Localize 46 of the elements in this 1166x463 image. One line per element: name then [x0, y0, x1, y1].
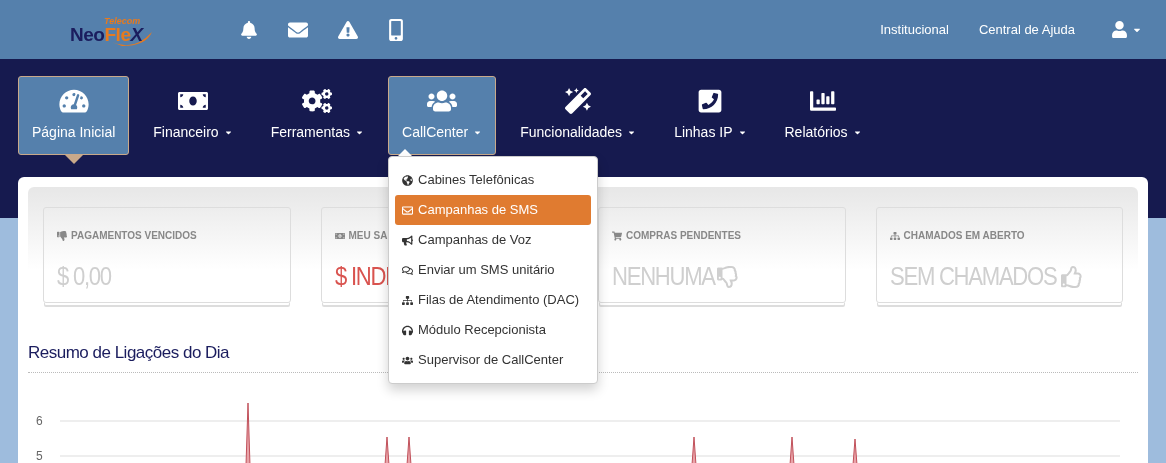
- nav-tab[interactable]: Linhas IP: [660, 76, 761, 155]
- bell-icon[interactable]: [240, 20, 258, 39]
- dropdown-item[interactable]: Cabines Telefônicas: [395, 165, 591, 195]
- gauge-icon: [58, 88, 89, 114]
- dropdown-item[interactable]: Enviar um SMS unitário: [395, 255, 591, 285]
- nav-tab[interactable]: CallCenter: [388, 76, 497, 155]
- envelope-icon: [402, 204, 413, 216]
- user-menu[interactable]: [1111, 21, 1142, 38]
- sitemap-icon: [402, 294, 413, 306]
- headphones-icon: [402, 324, 413, 336]
- nav-tab[interactable]: Financeiro: [139, 76, 247, 155]
- axis-tick-label: 6: [36, 413, 43, 428]
- chat-icon: [402, 264, 413, 276]
- users-icon: [427, 88, 458, 114]
- nav-tab[interactable]: Funcionalidades: [506, 76, 651, 155]
- magic-wand-icon: [563, 88, 594, 114]
- dropdown-item[interactable]: Filas de Atendimento (DAC): [395, 285, 591, 315]
- stat-label: PAGAMENTOS VENCIDOS: [71, 229, 197, 243]
- thumbs-up-icon: [1061, 265, 1084, 288]
- logo: Telecom NeoFleX: [70, 9, 160, 50]
- warning-icon[interactable]: [338, 19, 358, 40]
- gears-icon: [302, 88, 333, 114]
- bar-chart-icon: [808, 88, 838, 114]
- top-link[interactable]: Institucional: [880, 19, 949, 40]
- megaphone-icon: [402, 234, 413, 246]
- mobile-phone-icon[interactable]: [388, 18, 404, 41]
- nav-tab[interactable]: Relatórios: [770, 76, 876, 155]
- thumbs-down-icon: [57, 230, 67, 241]
- dropdown-item[interactable]: Campanhas de Voz: [395, 225, 591, 255]
- thumbs-down-icon: [716, 265, 739, 288]
- dropdown-item[interactable]: Módulo Recepcionista: [395, 315, 591, 345]
- top-link[interactable]: Central de Ajuda: [978, 19, 1075, 40]
- banknote-icon: [334, 230, 345, 241]
- dropdown-item[interactable]: Supervisor de CallCenter: [395, 345, 591, 375]
- section-title: Resumo de Ligações do Dia: [28, 343, 230, 362]
- nav-tab[interactable]: Página Inicial: [18, 76, 130, 155]
- sitemap-icon: [889, 230, 900, 241]
- stat-label: COMPRAS PENDENTES: [626, 229, 741, 243]
- users-icon: [402, 354, 413, 366]
- axis-tick-label: 5: [36, 448, 43, 463]
- globe-icon: [402, 174, 413, 186]
- stat-label: CHAMADOS EM ABERTO: [903, 229, 1025, 243]
- stat-label: MEU SA: [348, 229, 388, 243]
- user-icon: [1111, 21, 1128, 38]
- nav-tab[interactable]: Ferramentas: [256, 76, 378, 155]
- cart-icon: [612, 230, 622, 241]
